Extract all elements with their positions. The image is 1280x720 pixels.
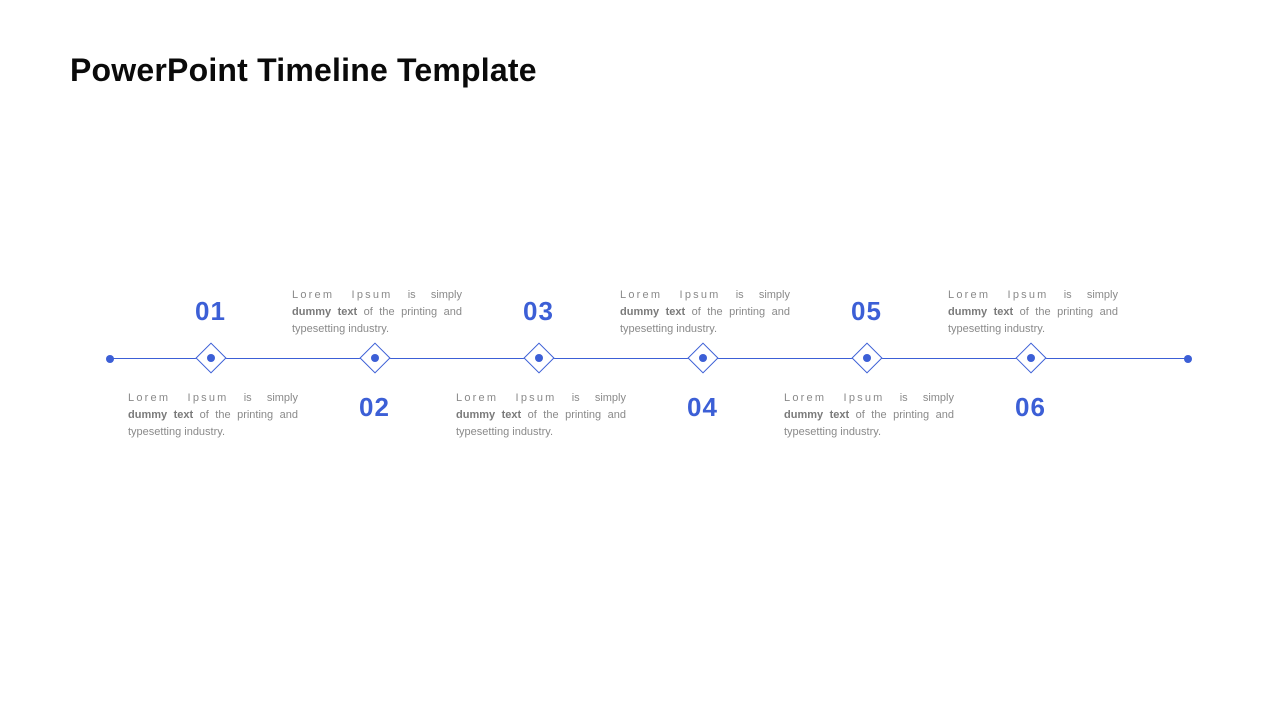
item-number: 01 (195, 296, 255, 327)
item-number: 05 (851, 296, 911, 327)
dot-icon (207, 354, 215, 362)
axis-end-dot-left (106, 355, 114, 363)
item-number: 03 (523, 296, 583, 327)
item-text: Lorem Ipsum is simply dummy text of the … (456, 390, 626, 441)
item-number: 04 (687, 392, 747, 423)
dot-icon (535, 354, 543, 362)
axis-end-dot-right (1184, 355, 1192, 363)
item-number: 06 (1015, 392, 1075, 423)
item-text: Lorem Ipsum is simply dummy text of the … (292, 287, 462, 338)
dot-icon (1027, 354, 1035, 362)
item-text: Lorem Ipsum is simply dummy text of the … (128, 390, 298, 441)
dot-icon (699, 354, 707, 362)
item-text: Lorem Ipsum is simply dummy text of the … (620, 287, 790, 338)
item-text: Lorem Ipsum is simply dummy text of the … (948, 287, 1118, 338)
page-title: PowerPoint Timeline Template (70, 52, 537, 89)
dot-icon (863, 354, 871, 362)
item-text: Lorem Ipsum is simply dummy text of the … (784, 390, 954, 441)
item-number: 02 (359, 392, 419, 423)
dot-icon (371, 354, 379, 362)
